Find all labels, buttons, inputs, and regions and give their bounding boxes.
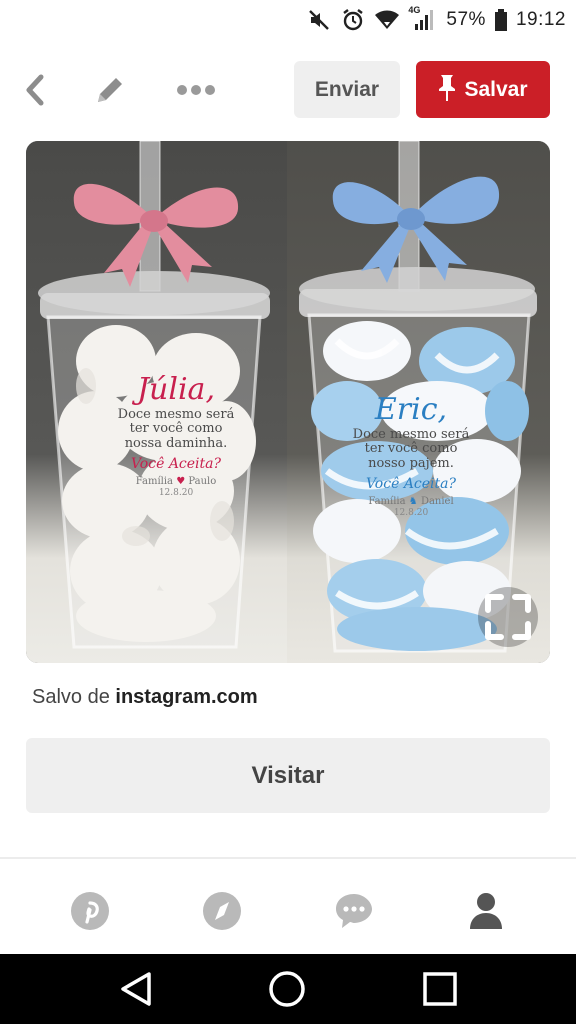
visit-button[interactable]: Visitar (26, 738, 550, 813)
left-cup-question: Você Aceita? (130, 456, 222, 473)
clock-time: 19:12 (515, 9, 566, 30)
bottom-tab-bar (0, 859, 576, 954)
left-cup-message: Júlia, Doce mesmo será ter você como nos… (96, 372, 256, 498)
left-cup-photo: Júlia, Doce mesmo será ter você como nos… (26, 141, 287, 663)
left-cup-line2: ter você como (129, 421, 223, 437)
source-prefix: Salvo de (32, 686, 110, 708)
heart-icon: ♥ (176, 476, 186, 488)
android-nav-bar (0, 954, 576, 1024)
back-triangle-icon[interactable] (116, 969, 156, 1009)
signal-icon: 4G (408, 5, 438, 33)
pin-toolbar: Enviar Salvar (0, 52, 576, 128)
more-dots-icon[interactable] (176, 70, 216, 110)
home-circle-icon[interactable] (267, 969, 307, 1009)
recents-square-icon[interactable] (420, 969, 460, 1009)
right-cup-photo: Eric, Doce mesmo será ter você como noss… (287, 141, 550, 663)
pin-image[interactable]: Júlia, Doce mesmo será ter você como nos… (26, 141, 550, 663)
explore-compass-icon[interactable] (200, 889, 244, 933)
expand-icon[interactable] (478, 587, 538, 647)
left-cup-sign-left: Família (135, 476, 173, 488)
wifi-icon (374, 7, 400, 33)
pinterest-home-icon[interactable] (68, 889, 112, 933)
right-cup-date: 12.8.20 (393, 507, 429, 518)
battery-icon (494, 7, 508, 33)
right-cup-message: Eric, Doce mesmo será ter você como noss… (331, 392, 491, 518)
pencil-icon[interactable] (90, 70, 130, 110)
right-cup-question: Você Aceita? (365, 476, 457, 493)
save-label: Salvar (464, 77, 528, 101)
mute-icon (306, 7, 332, 33)
save-button[interactable]: Salvar (416, 61, 550, 118)
right-cup-name: Eric, (374, 392, 448, 427)
right-cup-sign-right: Daniel (420, 496, 454, 508)
left-cup-signature: Família ♥ Paulo (96, 476, 256, 488)
alarm-icon (340, 7, 366, 33)
rocking-horse-icon: ♞ (408, 496, 418, 508)
status-icons: 4G 57% 19:12 (306, 5, 566, 34)
left-cup-date: 12.8.20 (158, 487, 194, 498)
source-domain[interactable]: instagram.com (115, 686, 257, 708)
right-cup-signature: Família ♞ Daniel (331, 496, 491, 508)
battery-percent: 57% (446, 9, 486, 30)
right-cup-sign-left: Família (368, 496, 406, 508)
pin-source: Salvo de instagram.com (32, 686, 258, 709)
left-cup-name: Júlia, (137, 372, 215, 407)
network-type: 4G (408, 5, 421, 15)
right-cup-line2: ter você como (364, 441, 458, 457)
left-cup-line3: nossa daminha. (124, 436, 228, 452)
messages-icon[interactable] (332, 889, 376, 933)
right-cup-line3: nosso pajem. (368, 456, 454, 472)
pin-icon (438, 73, 456, 107)
chevron-left-icon[interactable] (16, 70, 56, 110)
left-cup-sign-right: Paulo (188, 476, 217, 488)
send-button[interactable]: Enviar (294, 61, 400, 118)
left-cup-line1: Doce mesmo será (117, 406, 235, 422)
status-bar: 4G 57% 19:12 (0, 0, 576, 40)
right-cup-line1: Doce mesmo será (352, 426, 470, 442)
profile-icon[interactable] (464, 889, 508, 933)
